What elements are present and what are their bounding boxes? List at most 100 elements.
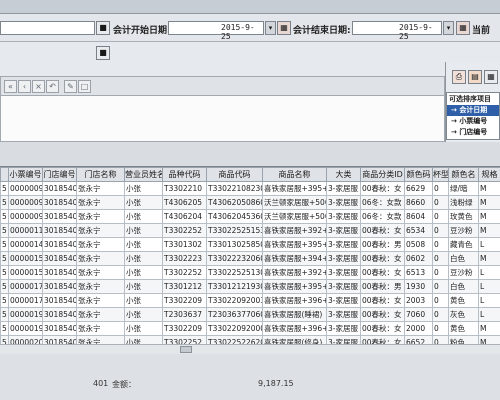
table-cell[interactable]: 5 xyxy=(0,195,9,210)
column-header[interactable]: 规格 xyxy=(478,167,500,182)
undo-button[interactable]: ↶ xyxy=(46,80,59,93)
table-cell[interactable]: 6513 xyxy=(404,265,433,280)
table-cell[interactable]: 张永宁 xyxy=(76,251,125,266)
table-cell[interactable]: 6534 xyxy=(404,223,433,238)
table-cell[interactable]: 小张 xyxy=(124,279,163,294)
start-date-dropdown[interactable]: ▾ xyxy=(265,21,276,35)
table-cell[interactable]: 白色 xyxy=(448,251,479,266)
table-cell[interactable]: T430620453604 xyxy=(206,209,263,224)
table-cell[interactable]: T330225226202 xyxy=(206,335,263,344)
table-cell[interactable]: T3302209 xyxy=(162,293,207,308)
table-cell[interactable]: 喜铁家居服+392+5 xyxy=(262,265,327,280)
table-cell[interactable]: 06冬：女款 xyxy=(360,195,405,210)
table-cell[interactable]: 0 xyxy=(432,335,449,344)
table-cell[interactable]: M xyxy=(478,209,500,224)
table-cell[interactable]: 00000116 xyxy=(8,223,43,238)
table-row[interactable]: 5000000953018540张永宁小张T4306205T4306205086… xyxy=(0,195,500,210)
column-header[interactable]: 颜色名 xyxy=(448,167,479,182)
table-cell[interactable]: 小张 xyxy=(124,251,163,266)
table-cell[interactable]: 00000095 xyxy=(8,195,43,210)
table-cell[interactable]: 3018540 xyxy=(42,335,77,344)
table-cell[interactable]: L xyxy=(478,237,500,252)
table-cell[interactable]: 0 xyxy=(432,237,449,252)
table-cell[interactable]: 张永宁 xyxy=(76,237,125,252)
table-cell[interactable]: 00000197 xyxy=(8,321,43,336)
column-header[interactable]: 品种代码 xyxy=(162,167,207,182)
prev-button[interactable]: ‹ xyxy=(18,80,31,93)
table-cell[interactable]: 00春秋：女 xyxy=(360,223,405,238)
table-cell[interactable]: 小张 xyxy=(124,307,163,322)
table-cell[interactable]: 00000152 xyxy=(8,251,43,266)
column-header[interactable] xyxy=(0,167,9,182)
table-row[interactable]: 5000001523018540张永宁小张T3302252T3302252513… xyxy=(0,265,500,280)
table-row[interactable]: 5000001703018540张永宁小张T3302209T3302209200… xyxy=(0,293,500,308)
table-cell[interactable]: T4306205 xyxy=(162,195,207,210)
table-cell[interactable]: 0 xyxy=(432,293,449,308)
table-cell[interactable]: 6652 xyxy=(404,335,433,344)
settings-button[interactable]: ▦ xyxy=(484,70,498,84)
scrollbar-thumb[interactable] xyxy=(180,346,192,353)
table-cell[interactable]: L xyxy=(478,265,500,280)
table-cell[interactable]: 粉色 xyxy=(448,335,479,344)
table-cell[interactable]: 喜铁家居服+394+5 xyxy=(262,251,327,266)
table-cell[interactable]: 3-家居服 xyxy=(326,293,361,308)
table-row[interactable]: 5000000953018540张永宁小张T4306204T4306204536… xyxy=(0,209,500,224)
table-cell[interactable]: 0 xyxy=(432,307,449,322)
table-cell[interactable]: 3-家居服 xyxy=(326,223,361,238)
end-calendar-button[interactable]: ▦ xyxy=(456,21,470,35)
horizontal-scrollbar[interactable] xyxy=(0,344,500,354)
table-cell[interactable]: 3018540 xyxy=(42,265,77,280)
table-cell[interactable]: 张永宁 xyxy=(76,223,125,238)
table-cell[interactable]: 张永宁 xyxy=(76,293,125,308)
table-cell[interactable]: 5 xyxy=(0,307,9,322)
table-cell[interactable]: 00000201 xyxy=(8,335,43,344)
option-lookup-button[interactable]: ■ xyxy=(96,46,110,60)
table-cell[interactable]: 张永宁 xyxy=(76,181,125,196)
table-cell[interactable]: 沃兰顿家居服+500+5 xyxy=(262,209,327,224)
table-cell[interactable]: 喜铁家居服(修身) xyxy=(262,335,327,344)
table-cell[interactable]: T330222320602 xyxy=(206,251,263,266)
table-cell[interactable]: 0 xyxy=(432,265,449,280)
table-cell[interactable]: T3302209 xyxy=(162,321,207,336)
table-cell[interactable]: 张永宁 xyxy=(76,307,125,322)
table-cell[interactable]: 喜铁家居服+396+5 xyxy=(262,293,327,308)
end-date-dropdown[interactable]: ▾ xyxy=(443,21,454,35)
table-cell[interactable]: 0 xyxy=(432,223,449,238)
export-button[interactable]: ▤ xyxy=(468,70,482,84)
table-cell[interactable]: 喜铁家居服+392+5 xyxy=(262,223,327,238)
table-row[interactable]: 5000001703018540张永宁小张T3301212T3301212193… xyxy=(0,279,500,294)
table-row[interactable]: 5000001973018540张永宁小张T3302209T3302209200… xyxy=(0,321,500,336)
table-cell[interactable]: 8660 xyxy=(404,195,433,210)
table-cell[interactable]: 1930 xyxy=(404,279,433,294)
table-cell[interactable]: 喜铁家居服(睡裙) xyxy=(262,307,327,322)
table-cell[interactable]: 黄色 xyxy=(448,293,479,308)
end-date-input[interactable]: 2015-9-25 xyxy=(352,21,442,41)
table-cell[interactable]: 玫黄色 xyxy=(448,209,479,224)
table-cell[interactable]: 00000190 xyxy=(8,307,43,322)
table-cell[interactable]: 小张 xyxy=(124,335,163,344)
paste-button[interactable]: □ xyxy=(78,80,91,93)
table-cell[interactable]: 浅粉绿 xyxy=(448,195,479,210)
table-cell[interactable]: L xyxy=(478,307,500,322)
table-cell[interactable]: 喜铁家居服+395+5 xyxy=(262,181,327,196)
table-cell[interactable]: 00000152 xyxy=(8,265,43,280)
column-header[interactable]: 大类 xyxy=(326,167,361,182)
table-cell[interactable]: 黄色 xyxy=(448,321,479,336)
table-cell[interactable]: T3302252 xyxy=(162,265,207,280)
table-cell[interactable]: T3302210 xyxy=(162,181,207,196)
table-cell[interactable]: 7060 xyxy=(404,307,433,322)
table-cell[interactable]: 小张 xyxy=(124,237,163,252)
column-header[interactable]: 小票编号 xyxy=(8,167,43,182)
column-header[interactable]: 门店编号 xyxy=(42,167,77,182)
column-header[interactable]: 颜色码 xyxy=(404,167,433,182)
table-cell[interactable]: 藏青色 xyxy=(448,237,479,252)
table-cell[interactable]: 3-家居服 xyxy=(326,279,361,294)
table-cell[interactable]: 00春秋：女 xyxy=(360,251,405,266)
table-cell[interactable]: M xyxy=(478,251,500,266)
table-row[interactable]: 5000000933018540张永宁小张T3302210T3302210823… xyxy=(0,181,500,196)
table-cell[interactable]: 00春秋：女 xyxy=(360,293,405,308)
table-cell[interactable]: 豆沙粉 xyxy=(448,265,479,280)
table-cell[interactable]: 3-家居服 xyxy=(326,335,361,344)
table-cell[interactable]: M xyxy=(478,335,500,344)
table-cell[interactable]: 3018540 xyxy=(42,237,77,252)
